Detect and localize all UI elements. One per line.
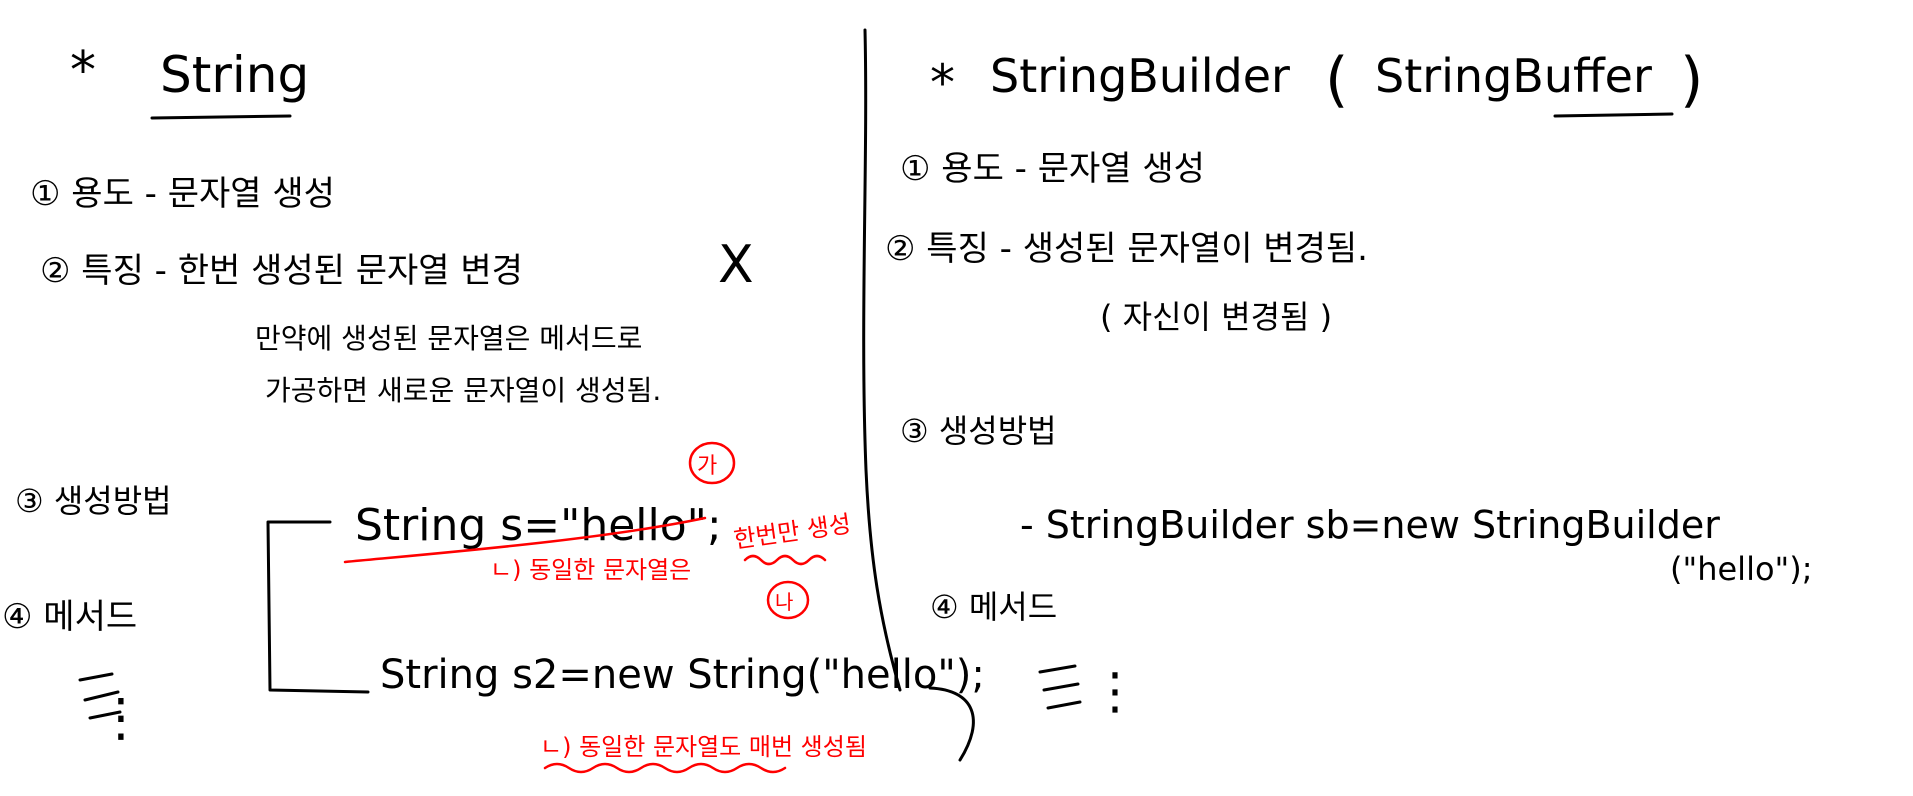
code-curl: [928, 686, 975, 762]
string-title-underline: [150, 114, 292, 120]
builder-feature: ② 특징 - 생성된 문자열이 변경됨.: [885, 229, 1368, 269]
builder-title: StringBuilder: [990, 49, 1290, 103]
string-methods: ④ 메서드: [2, 597, 137, 637]
creation-bracket: [266, 520, 370, 694]
new-note-squiggle: [543, 762, 787, 774]
builder-star: *: [930, 54, 955, 112]
string-feature-note-1: 만약에 생성된 문자열은 메서드로: [255, 322, 642, 355]
string-code-new: String s2=new String("hello");: [380, 652, 985, 698]
builder-title-underline: [1553, 112, 1674, 118]
string-creation: ③ 생성방법: [15, 482, 172, 520]
builder-feature-note: ( 자신이 변경됨 ): [1100, 298, 1332, 336]
new-note: ㄴ) 동일한 문자열도 매번 생성됨: [540, 733, 867, 761]
builder-methods-ellipsis: ⋮: [1090, 662, 1140, 720]
string-star: *: [70, 41, 96, 101]
string-feature: ② 특징 - 한번 생성된 문자열 변경: [40, 251, 523, 291]
string-title: String: [160, 46, 309, 104]
tag-ga: 가: [697, 454, 717, 479]
literal-note-squiggle: [743, 554, 827, 566]
literal-note: ㄴ) 동일한 문자열은: [490, 556, 691, 584]
tag-na: 나: [775, 590, 793, 614]
builder-creation: ③ 생성방법: [900, 412, 1057, 450]
section-divider: [862, 28, 902, 692]
builder-paren-open: (: [1325, 45, 1348, 115]
builder-purpose: ① 용도 - 문자열 생성: [900, 149, 1205, 189]
builder-code: - StringBuilder sb=new StringBuilder: [1020, 503, 1720, 547]
builder-title-buffer: StringBuffer: [1375, 49, 1652, 103]
builder-paren-close: ): [1680, 45, 1703, 115]
whiteboard-canvas: * String ① 용도 - 문자열 생성 ② 특징 - 한번 생성된 문자열…: [2, 28, 1813, 774]
builder-methods: ④ 메서드: [930, 588, 1057, 626]
literal-note-once: 한번만 생성: [732, 510, 853, 554]
string-purpose: ① 용도 - 문자열 생성: [30, 174, 335, 214]
string-feature-mark: X: [718, 235, 754, 295]
builder-methods-dashes: [1038, 664, 1082, 710]
builder-code-cont: ("hello");: [1670, 550, 1813, 588]
string-feature-note-2: 가공하면 새로운 문자열이 생성됨.: [265, 374, 661, 407]
